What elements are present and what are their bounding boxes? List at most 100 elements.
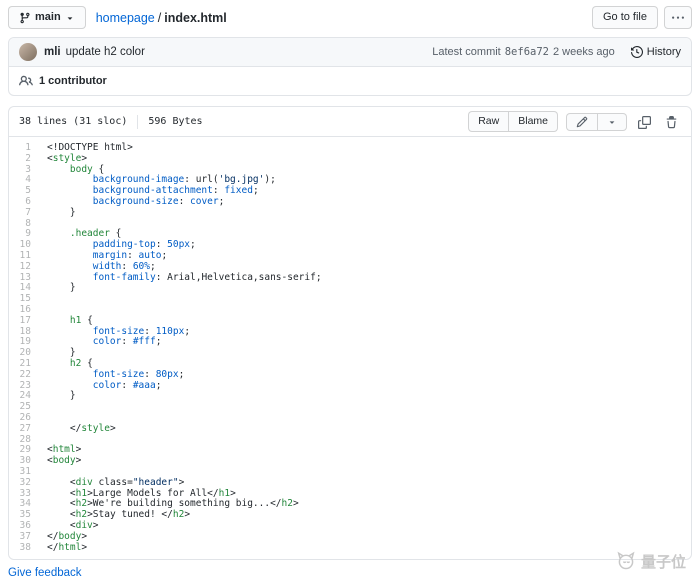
- code-line: 25: [9, 402, 691, 413]
- file-info: 38 lines (31 sloc) 596 Bytes: [19, 115, 203, 129]
- commit-box: mli update h2 color Latest commit 8ef6a7…: [8, 37, 692, 96]
- kebab-horizontal-icon: [672, 12, 684, 24]
- code-line: 14 }: [9, 283, 691, 294]
- contributors-link[interactable]: 1 contributor: [39, 75, 107, 87]
- line-number[interactable]: 32: [9, 478, 41, 489]
- edit-dropdown-button[interactable]: [597, 113, 627, 131]
- line-content: </body>: [41, 532, 691, 543]
- blame-button[interactable]: Blame: [508, 111, 558, 132]
- code-line: 7 }: [9, 208, 691, 219]
- line-content: <h2>Stay tuned! </h2>: [41, 510, 691, 521]
- code-view: 1<!DOCTYPE html>2<style>3 body {4 backgr…: [9, 137, 691, 559]
- line-content: background-size: cover;: [41, 197, 691, 208]
- breadcrumb-file-name: index.html: [164, 11, 227, 25]
- people-icon: [19, 74, 33, 88]
- line-content: </style>: [41, 424, 691, 435]
- file-size-info: 596 Bytes: [148, 116, 202, 127]
- go-to-file-button[interactable]: Go to file: [592, 6, 658, 29]
- history-button-label: History: [647, 46, 681, 58]
- git-branch-icon: [19, 12, 31, 24]
- line-content: <div>: [41, 521, 691, 532]
- code-line: 6 background-size: cover;: [9, 197, 691, 208]
- line-content: <style>: [41, 154, 691, 165]
- branch-name-label: main: [35, 10, 61, 25]
- breadcrumb: homepage/index.html: [96, 11, 592, 25]
- code-table: 1<!DOCTYPE html>2<style>3 body {4 backgr…: [9, 143, 691, 553]
- code-line: 38</html>: [9, 543, 691, 554]
- line-content: [41, 402, 691, 413]
- line-content: <html>: [41, 445, 691, 456]
- line-content: [41, 294, 691, 305]
- code-line: 19 color: #fff;: [9, 337, 691, 348]
- code-line: 15: [9, 294, 691, 305]
- line-content: }: [41, 391, 691, 402]
- copy-file-button[interactable]: [635, 112, 654, 131]
- line-content: [41, 435, 691, 446]
- edit-group: [566, 113, 627, 131]
- chevron-down-icon: [65, 13, 75, 23]
- code-line: 27 </style>: [9, 424, 691, 435]
- file-navigation-bar: main homepage/index.html Go to file: [8, 6, 692, 29]
- latest-commit-label: Latest commit: [432, 46, 500, 58]
- code-table-body: 1<!DOCTYPE html>2<style>3 body {4 backgr…: [9, 143, 691, 553]
- line-number[interactable]: 22: [9, 370, 41, 381]
- code-line: 13 font-family: Arial,Helvetica,sans-ser…: [9, 273, 691, 284]
- top-right-actions: Go to file: [592, 6, 692, 29]
- line-content: [41, 219, 691, 230]
- code-line: 30<body>: [9, 456, 691, 467]
- more-options-button[interactable]: [664, 6, 692, 29]
- line-content: </html>: [41, 543, 691, 554]
- raw-blame-group: Raw Blame: [468, 111, 558, 132]
- code-line: 28: [9, 435, 691, 446]
- contributors-bar: 1 contributor: [9, 67, 691, 95]
- blob-header: 38 lines (31 sloc) 596 Bytes Raw Blame: [9, 107, 691, 137]
- trash-icon: [665, 116, 678, 129]
- line-content: <!DOCTYPE html>: [41, 143, 691, 154]
- code-line: 20 }: [9, 348, 691, 359]
- blob-actions: Raw Blame: [468, 111, 681, 132]
- code-line: 29<html>: [9, 445, 691, 456]
- line-content: font-family: Arial,Helvetica,sans-serif;: [41, 273, 691, 284]
- code-line: 16: [9, 305, 691, 316]
- raw-button[interactable]: Raw: [468, 111, 509, 132]
- line-number[interactable]: 27: [9, 424, 41, 435]
- line-content: }: [41, 348, 691, 359]
- author-avatar[interactable]: [19, 43, 37, 61]
- line-content: }: [41, 208, 691, 219]
- code-line: 36 <div>: [9, 521, 691, 532]
- code-line: 1<!DOCTYPE html>: [9, 143, 691, 154]
- triangle-down-icon: [607, 117, 617, 127]
- code-line: 2<style>: [9, 154, 691, 165]
- code-line: 23 color: #aaa;: [9, 381, 691, 392]
- line-content: [41, 413, 691, 424]
- code-line: 37</body>: [9, 532, 691, 543]
- file-lines-info: 38 lines (31 sloc): [19, 116, 127, 127]
- history-button[interactable]: History: [631, 46, 681, 58]
- commit-author-link[interactable]: mli: [44, 46, 61, 58]
- commit-sha-link[interactable]: 8ef6a72: [505, 46, 549, 58]
- history-icon: [631, 46, 643, 58]
- commit-meta: Latest commit 8ef6a72 2 weeks ago Histor…: [432, 46, 681, 58]
- copy-icon: [638, 116, 651, 129]
- delete-file-button[interactable]: [662, 112, 681, 131]
- file-info-divider: [137, 115, 138, 129]
- line-content: <body>: [41, 456, 691, 467]
- blob-page: main homepage/index.html Go to file mli …: [0, 0, 700, 581]
- commit-message-link[interactable]: update h2 color: [66, 46, 145, 58]
- code-line: 24 }: [9, 391, 691, 402]
- edit-file-button[interactable]: [566, 113, 598, 131]
- line-number[interactable]: 17: [9, 316, 41, 327]
- line-content: }: [41, 283, 691, 294]
- branch-selector-button[interactable]: main: [8, 6, 86, 29]
- line-content: color: #aaa;: [41, 381, 691, 392]
- line-number[interactable]: 37: [9, 532, 41, 543]
- line-number[interactable]: 38: [9, 543, 41, 554]
- latest-commit-bar: mli update h2 color Latest commit 8ef6a7…: [9, 38, 691, 67]
- pencil-icon: [576, 116, 588, 128]
- breadcrumb-repo-link[interactable]: homepage: [96, 11, 155, 25]
- line-content: [41, 305, 691, 316]
- commit-time: 2 weeks ago: [553, 46, 615, 58]
- line-content: color: #fff;: [41, 337, 691, 348]
- file-box: 38 lines (31 sloc) 596 Bytes Raw Blame: [8, 106, 692, 560]
- give-feedback-link[interactable]: Give feedback: [8, 567, 82, 579]
